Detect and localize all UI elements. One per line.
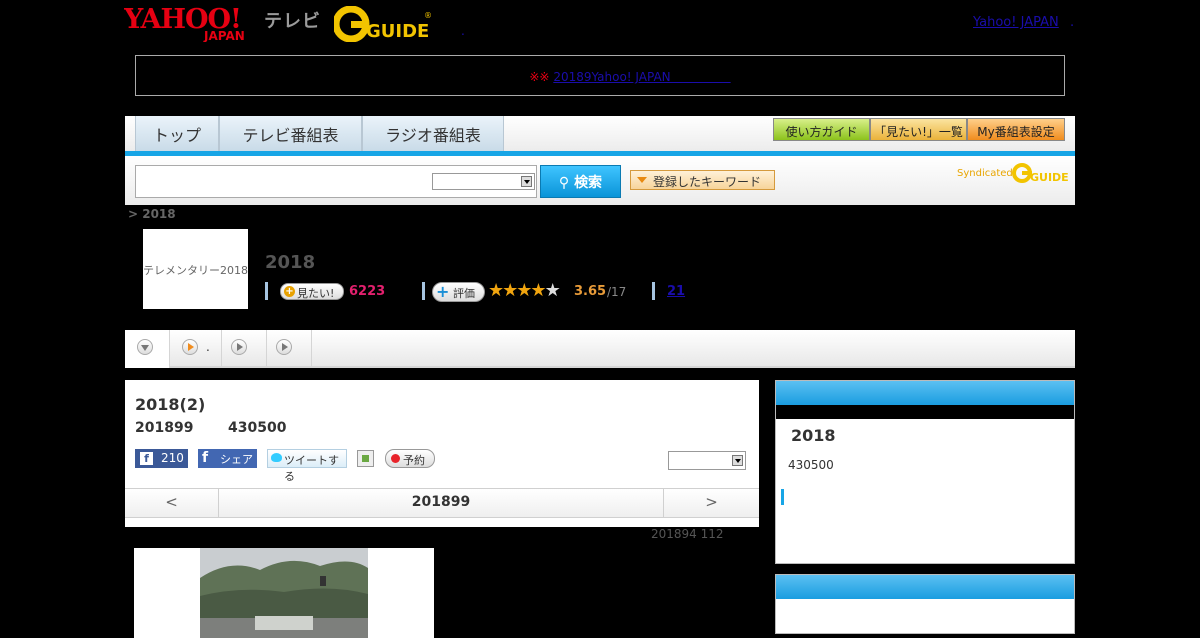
nav-tab-top[interactable]: トップ [135, 116, 219, 151]
program-title: 2018 [265, 252, 316, 273]
side-panel-header [776, 381, 1074, 405]
play-icon [276, 339, 292, 355]
tv-label: テレビ [264, 11, 321, 32]
gguide-small-logo: GUIDE [1012, 163, 1068, 184]
header-extra-link[interactable]: . [1070, 15, 1074, 30]
search-button[interactable]: ⚲ 検索 [540, 165, 621, 198]
program-thumbnail: テレメンタリー2018 [143, 229, 248, 309]
star-icon: ★ [502, 280, 518, 301]
rating-value: 3.65 [574, 284, 607, 299]
record-label: 予約 [403, 454, 425, 467]
twitter-bird-icon [271, 453, 282, 462]
svg-text:®: ® [424, 11, 432, 20]
episode-note: 201894 112 [651, 527, 724, 541]
record-dot-icon [391, 454, 400, 463]
chevron-down-icon [521, 176, 532, 187]
reviews-link[interactable]: 21 [667, 284, 685, 299]
registered-keywords-button[interactable]: 登録したキーワード [630, 170, 775, 190]
syndicated-label: Syndicated [957, 168, 1013, 179]
tweet-button[interactable]: ツイートする [267, 449, 347, 483]
yahoo-japan-link[interactable]: Yahoo! JAPAN [973, 15, 1059, 30]
facebook-like-button[interactable]: f 210 [135, 449, 188, 468]
svg-text:JAPAN: JAPAN [203, 29, 245, 42]
nav-tab-tv-guide[interactable]: テレビ番組表 [219, 116, 362, 151]
rate-label: 評価 [453, 287, 475, 300]
episode-time: 430500 [228, 420, 287, 436]
search-icon: ⚲ [558, 175, 570, 191]
notice-link[interactable]: 20189Yahoo! JAPAN [553, 70, 730, 84]
episode-date: 201899 [135, 420, 194, 436]
subtab-2[interactable] [170, 330, 222, 368]
episode-pager: < 201899 > [125, 488, 759, 518]
episode-panel: 2018(2) 201899 430500 f 210 f シェア ツイートする… [125, 380, 759, 527]
want-to-watch-button[interactable]: + 見たい! [280, 283, 344, 300]
calendar-icon[interactable] [357, 450, 374, 467]
plus-icon: + [284, 286, 295, 297]
subtab-4[interactable] [267, 330, 312, 368]
star-rating: ★★★★★ [488, 280, 561, 301]
facebook-icon: f [140, 452, 153, 465]
episode-photo-box [134, 548, 434, 638]
current-episode-date: 201899 [411, 494, 471, 510]
facebook-icon: f [202, 450, 209, 466]
program-subtabs: . [125, 330, 1075, 368]
header-link-dot[interactable]: . [461, 24, 465, 38]
rate-button[interactable]: + 評価 [432, 282, 485, 302]
site-header: YAHOO! JAPAN テレビ GUIDE ® . Yahoo! JAPAN … [0, 0, 1200, 50]
svg-text:GUIDE: GUIDE [366, 21, 429, 42]
like-count: 210 [161, 451, 184, 465]
chevron-down-icon [137, 339, 153, 355]
yahoo-japan-logo[interactable]: YAHOO! JAPAN [124, 4, 262, 42]
plus-icon: + [436, 282, 450, 301]
facebook-share-button[interactable]: f シェア [198, 449, 257, 468]
want-label: 見たい! [297, 287, 335, 300]
share-label: シェア [220, 453, 253, 466]
search-button-label: 検索 [574, 175, 603, 191]
stat-divider [422, 282, 425, 300]
gguide-logo[interactable]: GUIDE ® [334, 6, 434, 42]
subtab-2-label: . [206, 340, 210, 354]
side-panel-title: 2018 [791, 426, 836, 445]
episode-select[interactable] [668, 451, 746, 470]
star-icon: ★ [516, 280, 532, 301]
play-icon [182, 339, 198, 355]
nav-tab-radio-guide[interactable]: ラジオ番組表 [362, 116, 504, 151]
triangle-down-icon [637, 177, 647, 183]
registered-keywords-label: 登録したキーワード [653, 175, 762, 189]
side-panel-2-header [776, 575, 1074, 599]
subtab-3[interactable] [222, 330, 267, 368]
search-bar: ⚲ 検索 登録したキーワード Syndicated GUIDE [125, 156, 1075, 205]
star-icon: ★ [530, 280, 546, 301]
main-nav: トップ テレビ番組表 ラジオ番組表 使い方ガイド 「見たい!」一覧 My番組表設… [125, 116, 1075, 151]
stat-divider [652, 282, 655, 300]
stat-divider [265, 282, 268, 300]
star-icon: ★ [488, 280, 504, 301]
notice-banner: ※※ 20189Yahoo! JAPAN [135, 55, 1065, 96]
star-icon: ★ [544, 280, 561, 301]
episode-title: 2018(2) [135, 395, 206, 414]
side-panel-band [776, 405, 1074, 419]
search-category-select[interactable] [432, 173, 535, 190]
prev-episode-button[interactable]: < [125, 489, 219, 517]
episode-photo [200, 548, 368, 638]
want-count: 6223 [349, 284, 386, 299]
side-panel-marker [781, 489, 784, 505]
play-icon [231, 339, 247, 355]
usage-guide-button[interactable]: 使い方ガイド [773, 118, 870, 141]
side-panel: 2018 430500 [775, 380, 1075, 564]
want-list-button[interactable]: 「見たい!」一覧 [870, 118, 967, 141]
chevron-down-icon [732, 455, 743, 466]
side-panel-2 [775, 574, 1075, 634]
breadcrumb: > 2018 [128, 207, 176, 221]
rating-total: /17 [607, 285, 627, 299]
tweet-label: ツイートする [284, 454, 339, 483]
subtab-overview[interactable] [125, 330, 170, 368]
next-episode-button[interactable]: > [663, 489, 759, 517]
side-panel-time: 430500 [788, 458, 834, 472]
svg-text:GUIDE: GUIDE [1030, 171, 1068, 184]
notice-mark: ※※ [529, 70, 550, 84]
record-button[interactable]: 予約 [385, 449, 435, 468]
my-guide-settings-button[interactable]: My番組表設定 [967, 118, 1065, 141]
